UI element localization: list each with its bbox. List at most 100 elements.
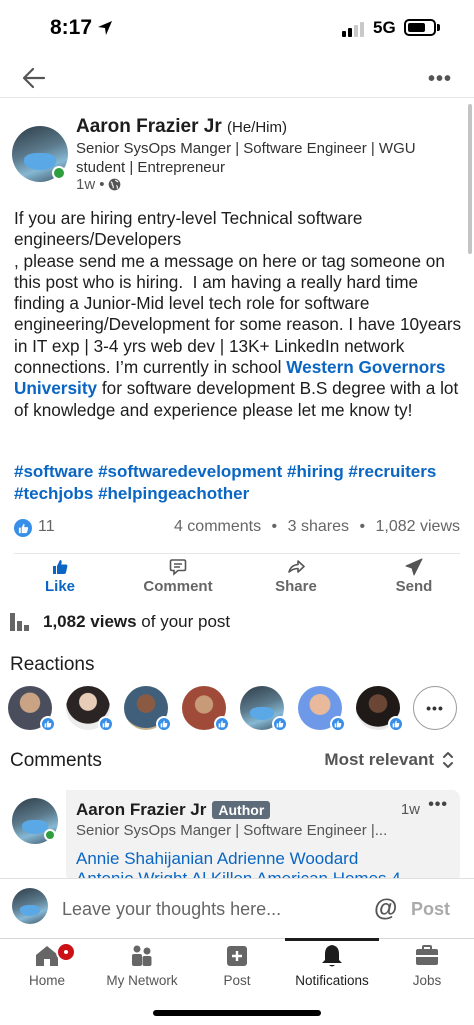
thumbs-up-icon bbox=[53, 560, 68, 574]
post-stats: 11 4 comments • 3 shares • 1,082 views bbox=[14, 517, 462, 541]
comment-author-headline: Senior SysOps Manger | Software Engineer… bbox=[76, 822, 388, 839]
reactor-avatar[interactable] bbox=[182, 686, 230, 732]
comment-author-row: Aaron Frazier Jr Author bbox=[76, 800, 271, 820]
tab-jobs-label: Jobs bbox=[412, 973, 442, 988]
author-badge: Author bbox=[212, 801, 271, 819]
scrollbar[interactable] bbox=[468, 104, 472, 254]
composer-avatar bbox=[12, 888, 48, 924]
reactor-avatar[interactable] bbox=[298, 686, 346, 732]
tab-post[interactable]: Post bbox=[190, 939, 284, 988]
like-reaction-icon bbox=[98, 716, 114, 732]
post-comment-button[interactable]: Post bbox=[411, 899, 450, 920]
home-indicator[interactable] bbox=[153, 1010, 321, 1016]
comment-button[interactable]: Comment bbox=[128, 558, 228, 595]
send-label: Send bbox=[395, 578, 433, 595]
online-indicator bbox=[52, 166, 66, 180]
top-nav: ••• bbox=[0, 56, 474, 98]
tab-post-label: Post bbox=[223, 973, 251, 988]
bell-icon bbox=[322, 945, 342, 967]
shares-count[interactable]: 3 shares bbox=[288, 518, 349, 535]
comment-input[interactable]: Leave your thoughts here... bbox=[62, 899, 281, 920]
comments-title: Comments bbox=[10, 750, 102, 771]
reactor-avatar[interactable] bbox=[124, 686, 172, 732]
post-body: If you are hiring entry-level Technical … bbox=[14, 208, 462, 421]
briefcase-icon bbox=[416, 945, 438, 965]
comment-item[interactable]: Aaron Frazier Jr Author 1w ••• Senior Sy… bbox=[66, 790, 460, 882]
arrow-left-icon[interactable] bbox=[18, 62, 50, 94]
stats-dot: • bbox=[359, 518, 366, 535]
share-button[interactable]: Share bbox=[246, 558, 346, 595]
comment-sort-dropdown[interactable]: Most relevant bbox=[324, 750, 454, 770]
network-icon bbox=[132, 945, 152, 966]
post-author-name: Aaron Frazier Jr bbox=[76, 116, 222, 137]
reactors-list: ••• bbox=[8, 686, 468, 732]
status-time: 8:17 bbox=[50, 16, 93, 39]
send-icon bbox=[405, 558, 423, 576]
notification-badge bbox=[56, 942, 76, 962]
stats-summary: 4 comments • 3 shares • 1,082 views bbox=[174, 518, 460, 536]
post-hashtags[interactable]: #software #softwaredevelopment #hiring #… bbox=[14, 461, 462, 505]
like-reaction-icon bbox=[40, 716, 56, 732]
post-author[interactable]: Aaron Frazier Jr (He/Him) bbox=[76, 116, 287, 138]
tab-jobs[interactable]: Jobs bbox=[380, 939, 474, 988]
reactor-avatar[interactable] bbox=[8, 686, 56, 732]
like-reaction-icon bbox=[330, 716, 346, 732]
bar-chart-icon bbox=[10, 613, 29, 631]
location-arrow-icon bbox=[98, 21, 112, 35]
tab-my-network[interactable]: My Network bbox=[95, 939, 189, 988]
tab-my-network-label: My Network bbox=[106, 973, 178, 988]
views-summary-suffix: of your post bbox=[136, 612, 231, 631]
comment-composer: Leave your thoughts here... @ Post bbox=[0, 878, 474, 938]
tab-notifications[interactable]: Notifications bbox=[285, 938, 379, 988]
views-summary[interactable]: 1,082 views of your post bbox=[10, 612, 230, 632]
tab-home-label: Home bbox=[28, 973, 65, 988]
reactor-avatar[interactable] bbox=[66, 686, 114, 732]
stats-dot: • bbox=[271, 518, 278, 535]
reaction-count[interactable]: 11 bbox=[38, 518, 55, 536]
tab-notifications-label: Notifications bbox=[295, 973, 369, 988]
network-type: 5G bbox=[373, 18, 396, 37]
comment-more-icon[interactable]: ••• bbox=[428, 796, 448, 814]
comment-mentions-line[interactable]: Annie Shahijanian Adrienne Woodard bbox=[76, 849, 456, 869]
like-reaction-icon bbox=[272, 716, 288, 732]
comment-time: 1w bbox=[400, 801, 420, 818]
more-reactions-button[interactable]: ••• bbox=[413, 686, 457, 730]
reactor-avatar[interactable] bbox=[356, 686, 404, 732]
like-reaction-icon bbox=[388, 716, 404, 732]
like-reaction-icon bbox=[214, 716, 230, 732]
share-label: Share bbox=[275, 578, 317, 595]
comment-label: Comment bbox=[143, 578, 213, 595]
like-label: Like bbox=[44, 578, 75, 595]
like-button[interactable]: Like bbox=[10, 558, 110, 595]
meta-separator: • bbox=[99, 176, 105, 193]
comment-author-name[interactable]: Aaron Frazier Jr bbox=[76, 800, 206, 820]
like-reaction-icon bbox=[156, 716, 172, 732]
views-summary-count: 1,082 views bbox=[43, 612, 137, 631]
reactor-avatar[interactable] bbox=[240, 686, 288, 732]
battery-cap bbox=[437, 24, 440, 31]
plus-square-icon bbox=[227, 946, 247, 966]
battery-icon bbox=[404, 19, 436, 36]
reactions-title: Reactions bbox=[10, 654, 95, 675]
post-author-headline: Senior SysOps Manger | Software Engineer… bbox=[76, 140, 416, 176]
send-button[interactable]: Send bbox=[364, 558, 464, 595]
post-meta: 1w • bbox=[76, 176, 121, 193]
more-horizontal-icon[interactable]: ••• bbox=[428, 68, 452, 91]
mention-icon[interactable]: @ bbox=[374, 895, 397, 923]
views-count[interactable]: 1,082 views bbox=[376, 518, 461, 535]
sort-chevrons-icon bbox=[443, 752, 453, 768]
share-icon bbox=[288, 560, 305, 573]
views-text: 1,082 views of your post bbox=[43, 612, 230, 632]
online-indicator bbox=[44, 829, 56, 841]
status-bar: 8:17 5G bbox=[0, 0, 474, 56]
comments-count[interactable]: 4 comments bbox=[174, 518, 261, 535]
signal-bars-icon bbox=[342, 22, 364, 37]
divider bbox=[14, 553, 460, 554]
post-author-pronouns: (He/Him) bbox=[227, 119, 288, 136]
post-time: 1w bbox=[76, 176, 96, 193]
tab-home[interactable]: Home bbox=[0, 939, 94, 988]
post-actions: Like Comment Share Send bbox=[0, 558, 474, 600]
like-reaction-icon[interactable] bbox=[14, 519, 32, 537]
comment-icon bbox=[169, 559, 187, 576]
globe-icon bbox=[109, 178, 121, 191]
